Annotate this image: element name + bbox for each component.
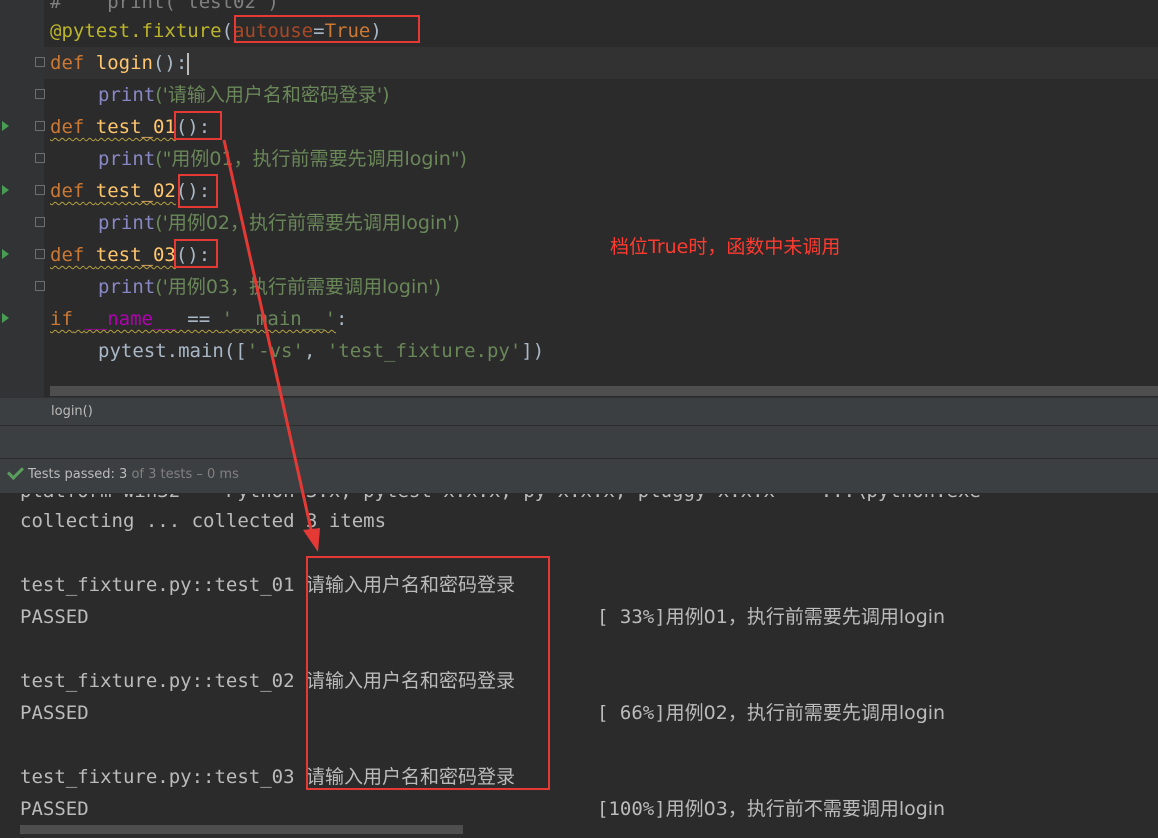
code-line-test02-print: print('用例02，执行前需要先调用login') — [98, 212, 460, 234]
fold-marker-icon[interactable] — [35, 249, 45, 259]
annotation-note: 档位True时，函数中未调用 — [610, 236, 841, 258]
fold-marker-icon[interactable] — [35, 153, 45, 163]
test-status-bar: Tests passed: 3 of 3 tests – 0 ms — [0, 458, 1158, 494]
console-clipped-line: platform win32 -- Python 3.x, pytest-x.x… — [20, 494, 1158, 502]
check-icon — [7, 463, 24, 480]
code-line-test01-print: print("用例01，执行前需要先调用login") — [98, 148, 467, 170]
fold-marker-icon[interactable] — [35, 281, 45, 291]
breadcrumb-item-login[interactable]: login() — [51, 404, 93, 419]
console-collecting-line: collecting ... collected 3 items — [20, 510, 387, 532]
console-status-line: PASSED — [20, 702, 89, 724]
fold-marker-icon[interactable] — [35, 57, 45, 67]
panel-separator — [0, 425, 1158, 458]
code-line-test03-print: print('用例03，执行前需要调用login') — [98, 276, 441, 298]
highlight-box-test03-params — [174, 239, 218, 268]
code-line-login-print: print('请输入用户名和密码登录') — [98, 84, 390, 106]
console-progress-line: [ 66%]用例02，执行前需要先调用login — [597, 702, 946, 724]
console-horizontal-scrollbar[interactable] — [20, 825, 463, 834]
code-line-active-bg — [44, 47, 1158, 79]
code-editor[interactable]: # print('test02') @pytest.fixture(autous… — [0, 0, 1158, 397]
text-caret — [187, 52, 190, 75]
code-line-if-main: if __name__ == '__main__': — [50, 308, 348, 330]
code-line-def-login: def login(): — [50, 52, 190, 75]
run-test-icon[interactable] — [2, 185, 9, 195]
run-test-icon[interactable] — [2, 249, 9, 259]
highlight-box-test02-params — [178, 174, 218, 208]
fold-marker-icon[interactable] — [35, 185, 45, 195]
code-line-pytest-main: pytest.main(['-vs', 'test_fixture.py']) — [98, 340, 545, 362]
console-status-line: PASSED — [20, 606, 89, 628]
run-main-icon[interactable] — [2, 313, 9, 323]
fold-marker-icon[interactable] — [35, 89, 45, 99]
breadcrumb: login() — [0, 397, 1158, 426]
fold-marker-icon[interactable] — [35, 217, 45, 227]
highlight-box-test01-params — [174, 111, 222, 140]
highlight-box-autouse — [234, 15, 420, 43]
test-status-text: Tests passed: 3 of 3 tests – 0 ms — [28, 467, 239, 482]
fold-marker-icon[interactable] — [35, 121, 45, 131]
console-progress-line: [ 33%]用例01，执行前需要先调用login — [597, 606, 946, 628]
run-test-icon[interactable] — [2, 121, 9, 131]
console-progress-line: [100%]用例03，执行前不需要调用login — [597, 798, 946, 820]
editor-horizontal-scrollbar[interactable] — [50, 386, 1158, 396]
highlight-box-console-output — [306, 556, 550, 790]
run-console[interactable]: platform win32 -- Python 3.x, pytest-x.x… — [0, 494, 1158, 838]
console-status-line: PASSED — [20, 798, 89, 820]
